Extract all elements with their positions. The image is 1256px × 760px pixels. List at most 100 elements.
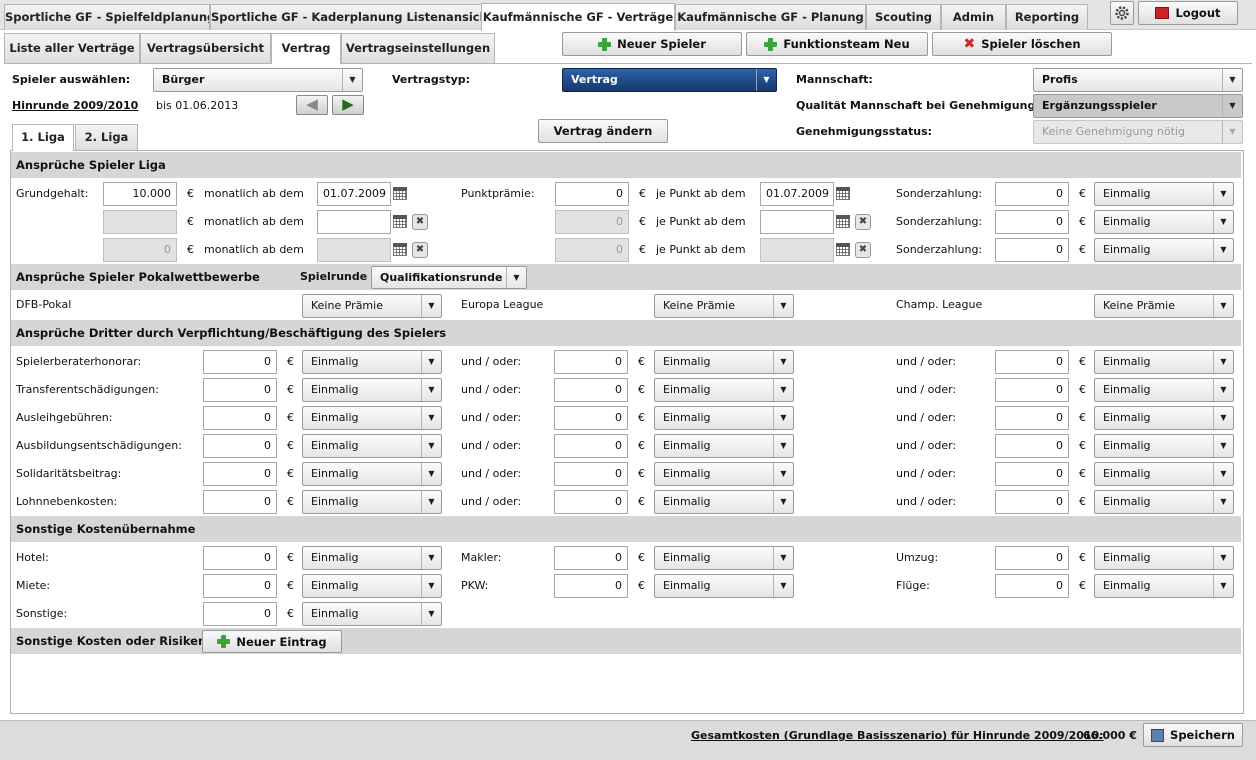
subtab-vertragseinstellungen[interactable]: Vertragseinstellungen bbox=[341, 33, 495, 63]
cup-bonus-select[interactable]: Keine Prämie ▼ bbox=[654, 294, 794, 318]
frequency-select[interactable]: Einmalig ▼ bbox=[302, 490, 442, 514]
settings-gear-icon[interactable] bbox=[1110, 1, 1134, 25]
frequency-select[interactable]: Einmalig ▼ bbox=[654, 378, 794, 402]
clear-icon[interactable]: ✖ bbox=[412, 242, 428, 258]
frequency-select[interactable]: Einmalig ▼ bbox=[654, 434, 794, 458]
contract-type-select[interactable]: Vertrag ▼ bbox=[562, 68, 777, 92]
subtab-vertragsliste[interactable]: Liste aller Verträge bbox=[4, 33, 140, 63]
frequency-select[interactable]: Einmalig ▼ bbox=[302, 434, 442, 458]
frequency-select[interactable]: Einmalig ▼ bbox=[302, 406, 442, 430]
frequency-select[interactable]: Einmalig ▼ bbox=[654, 462, 794, 486]
amount-input[interactable]: 0 bbox=[554, 406, 628, 430]
frequency-select[interactable]: Einmalig ▼ bbox=[1094, 462, 1234, 486]
special-payment-input[interactable]: 0 bbox=[995, 210, 1069, 234]
frequency-select[interactable]: Einmalig ▼ bbox=[302, 350, 442, 374]
arrow-right-icon[interactable]: ▶ bbox=[332, 95, 364, 115]
tab-vertraege[interactable]: Kaufmännische GF - Verträge bbox=[481, 3, 675, 31]
frequency-select[interactable]: Einmalig ▼ bbox=[302, 574, 442, 598]
change-contract-button[interactable]: Vertrag ändern bbox=[538, 119, 668, 143]
special-payment-input[interactable]: 0 bbox=[995, 238, 1069, 262]
clear-icon[interactable]: ✖ bbox=[855, 242, 871, 258]
player-select[interactable]: Bürger ▼ bbox=[153, 68, 363, 92]
frequency-select[interactable]: Einmalig ▼ bbox=[654, 490, 794, 514]
frequency-select[interactable]: Einmalig ▼ bbox=[654, 406, 794, 430]
frequency-select[interactable]: Einmalig ▼ bbox=[1094, 434, 1234, 458]
frequency-select[interactable]: Einmalig ▼ bbox=[654, 546, 794, 570]
amount-input[interactable]: 0 bbox=[203, 546, 277, 570]
new-entry-button[interactable]: Neuer Eintrag bbox=[202, 630, 342, 653]
frequency-select[interactable]: Einmalig ▼ bbox=[1094, 210, 1234, 234]
tab-planung[interactable]: Kaufmännische GF - Planung bbox=[675, 4, 866, 30]
amount-input[interactable]: 0 bbox=[554, 350, 628, 374]
save-button[interactable]: Speichern bbox=[1143, 723, 1243, 747]
frequency-select[interactable]: Einmalig ▼ bbox=[302, 546, 442, 570]
bonus-date-input[interactable]: 01.07.2009 bbox=[760, 182, 834, 206]
frequency-select[interactable]: Einmalig ▼ bbox=[1094, 238, 1234, 262]
amount-input[interactable]: 0 bbox=[554, 378, 628, 402]
tab-liga-2[interactable]: 2. Liga bbox=[75, 124, 138, 150]
amount-input[interactable]: 0 bbox=[995, 490, 1069, 514]
frequency-select[interactable]: Einmalig ▼ bbox=[1094, 406, 1234, 430]
tab-kaderplanung[interactable]: Sportliche GF - Kaderplanung Listenansic… bbox=[210, 4, 482, 30]
frequency-select[interactable]: Einmalig ▼ bbox=[1094, 350, 1234, 374]
salary-date-input[interactable]: 01.07.2009 bbox=[317, 182, 391, 206]
frequency-select[interactable]: Einmalig ▼ bbox=[1094, 182, 1234, 206]
arrow-left-icon[interactable]: ◀ bbox=[296, 95, 328, 115]
frequency-select[interactable]: Einmalig ▼ bbox=[1094, 378, 1234, 402]
logout-button[interactable]: Logout bbox=[1138, 1, 1238, 25]
period-link[interactable]: Hinrunde 2009/2010 bbox=[12, 99, 138, 113]
amount-input[interactable]: 0 bbox=[203, 490, 277, 514]
amount-input[interactable]: 0 bbox=[995, 350, 1069, 374]
tab-spielfeldplanung[interactable]: Sportliche GF - Spielfeldplanung bbox=[4, 4, 210, 30]
cup-bonus-select[interactable]: Keine Prämie ▼ bbox=[1094, 294, 1234, 318]
amount-input[interactable]: 0 bbox=[995, 378, 1069, 402]
round-select[interactable]: Qualifikationsrunde ▼ bbox=[371, 266, 527, 289]
frequency-select[interactable]: Einmalig ▼ bbox=[654, 574, 794, 598]
amount-input[interactable]: 0 bbox=[203, 574, 277, 598]
tab-admin[interactable]: Admin bbox=[941, 4, 1006, 30]
amount-input[interactable]: 0 bbox=[554, 546, 628, 570]
calendar-icon[interactable] bbox=[836, 243, 850, 256]
calendar-icon[interactable] bbox=[393, 215, 407, 228]
amount-input[interactable]: 0 bbox=[554, 490, 628, 514]
clear-icon[interactable]: ✖ bbox=[855, 214, 871, 230]
amount-input[interactable]: 0 bbox=[203, 378, 277, 402]
amount-input[interactable]: 0 bbox=[995, 546, 1069, 570]
frequency-select[interactable]: Einmalig ▼ bbox=[302, 462, 442, 486]
cup-bonus-select[interactable]: Keine Prämie ▼ bbox=[302, 294, 442, 318]
calendar-icon[interactable] bbox=[393, 187, 407, 200]
frequency-select[interactable]: Einmalig ▼ bbox=[302, 378, 442, 402]
amount-input[interactable]: 0 bbox=[995, 434, 1069, 458]
amount-input[interactable]: 0 bbox=[203, 350, 277, 374]
amount-input[interactable]: 0 bbox=[203, 406, 277, 430]
new-player-button[interactable]: Neuer Spieler bbox=[562, 32, 742, 56]
salary-input[interactable]: 10.000 bbox=[103, 182, 177, 206]
amount-input[interactable]: 0 bbox=[554, 574, 628, 598]
amount-input[interactable]: 0 bbox=[203, 602, 277, 626]
tab-liga-1[interactable]: 1. Liga bbox=[12, 124, 74, 151]
frequency-select[interactable]: Einmalig ▼ bbox=[302, 602, 442, 626]
tab-reporting[interactable]: Reporting bbox=[1006, 4, 1088, 30]
amount-input[interactable]: 0 bbox=[203, 462, 277, 486]
calendar-icon[interactable] bbox=[836, 187, 850, 200]
amount-input[interactable]: 0 bbox=[554, 462, 628, 486]
salary-date-input[interactable] bbox=[317, 210, 391, 234]
frequency-select[interactable]: Einmalig ▼ bbox=[654, 350, 794, 374]
bonus-date-input[interactable] bbox=[760, 210, 834, 234]
frequency-select[interactable]: Einmalig ▼ bbox=[1094, 574, 1234, 598]
amount-input[interactable]: 0 bbox=[554, 434, 628, 458]
amount-input[interactable]: 0 bbox=[995, 574, 1069, 598]
subtab-vertragsuebersicht[interactable]: Vertragsübersicht bbox=[140, 33, 271, 63]
new-staff-button[interactable]: Funktionsteam Neu bbox=[746, 32, 928, 56]
point-bonus-input[interactable]: 0 bbox=[555, 182, 629, 206]
frequency-select[interactable]: Einmalig ▼ bbox=[1094, 490, 1234, 514]
team-select[interactable]: Profis ▼ bbox=[1033, 68, 1243, 92]
amount-input[interactable]: 0 bbox=[995, 406, 1069, 430]
special-payment-input[interactable]: 0 bbox=[995, 182, 1069, 206]
amount-input[interactable]: 0 bbox=[995, 462, 1069, 486]
tab-scouting[interactable]: Scouting bbox=[866, 4, 941, 30]
frequency-select[interactable]: Einmalig ▼ bbox=[1094, 546, 1234, 570]
amount-input[interactable]: 0 bbox=[203, 434, 277, 458]
calendar-icon[interactable] bbox=[393, 243, 407, 256]
quality-select[interactable]: Ergänzungsspieler ▼ bbox=[1033, 94, 1243, 118]
